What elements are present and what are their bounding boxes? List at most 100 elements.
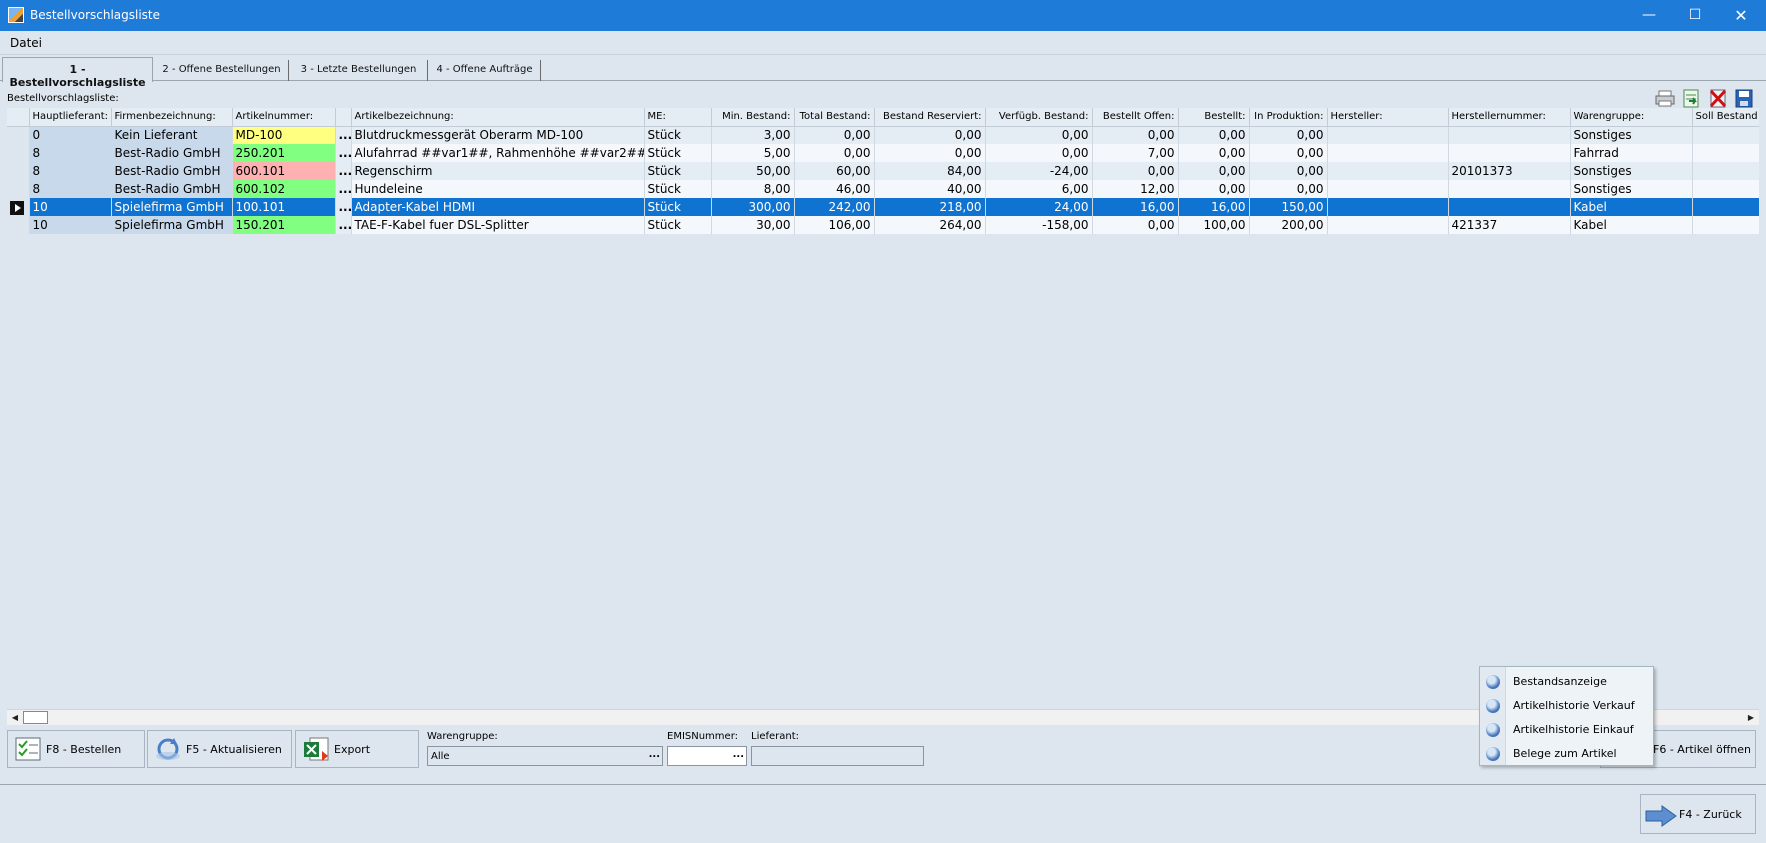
column-header[interactable]: Bestellt Offen: bbox=[1092, 108, 1179, 127]
cell-bestellt: 16,00 bbox=[1178, 198, 1250, 216]
column-header[interactable]: Warengruppe: bbox=[1570, 108, 1693, 127]
emis-field[interactable]: ... bbox=[667, 746, 747, 766]
cell-firma: Kein Lieferant bbox=[111, 126, 233, 144]
cell-min: 5,00 bbox=[711, 144, 795, 162]
cell-hersteller bbox=[1327, 126, 1449, 144]
column-header[interactable] bbox=[335, 108, 352, 127]
emis-picker-button[interactable]: ... bbox=[733, 749, 744, 760]
tab-strip: 1 - Bestellvorschlagsliste 2 - Offene Be… bbox=[0, 57, 1766, 89]
article-grid[interactable]: Hauptlieferant: Firmenbezeichnung: Artik… bbox=[7, 108, 1759, 710]
cell-offen: 0,00 bbox=[1092, 126, 1179, 144]
arrow-right-icon bbox=[1645, 805, 1677, 827]
cell-firma: Spielefirma GmbH bbox=[111, 198, 233, 216]
scroll-right-icon[interactable]: ▶ bbox=[1744, 711, 1758, 725]
tab-offene-auftraege[interactable]: 4 - Offene Aufträge bbox=[429, 60, 541, 81]
cell-soll bbox=[1692, 198, 1759, 216]
warengruppe-field[interactable]: Alle ... bbox=[427, 746, 663, 766]
table-row[interactable]: 8 Best-Radio GmbH 600.101... Regenschirm Stü… bbox=[7, 162, 1759, 180]
cell-total: 0,00 bbox=[794, 144, 875, 162]
tab-bestellvorschlagsliste[interactable]: 1 - Bestellvorschlagsliste bbox=[2, 57, 153, 89]
zurueck-button[interactable]: F4 - Zurück bbox=[1640, 794, 1756, 834]
close-icon[interactable]: ✕ bbox=[1718, 0, 1764, 31]
cell-hauptlieferant: 8 bbox=[29, 162, 112, 180]
cell-min: 50,00 bbox=[711, 162, 795, 180]
cell-dots[interactable]: ... bbox=[335, 126, 352, 144]
column-header[interactable]: Min. Bestand: bbox=[711, 108, 795, 127]
cell-me: Stück bbox=[644, 162, 712, 180]
column-header[interactable]: Artikelbezeichnung: bbox=[351, 108, 645, 127]
warengruppe-label: Warengruppe: bbox=[427, 731, 498, 742]
scrollbar-thumb[interactable] bbox=[23, 711, 48, 724]
column-header[interactable]: In Produktion: bbox=[1249, 108, 1328, 127]
table-row[interactable]: 10 Spielefirma GmbH 100.101... Adapter-Kabe… bbox=[7, 198, 1759, 216]
column-header[interactable]: Artikelnummer: bbox=[232, 108, 336, 127]
table-row[interactable]: 8 Best-Radio GmbH 600.102... Hundeleine Stüc… bbox=[7, 180, 1759, 198]
maximize-icon[interactable]: ☐ bbox=[1672, 0, 1718, 31]
cell-hauptlieferant: 10 bbox=[29, 216, 112, 234]
column-header[interactable]: Bestand Reserviert: bbox=[874, 108, 986, 127]
cell-dots[interactable]: ... bbox=[335, 198, 352, 216]
column-header[interactable]: ME: bbox=[644, 108, 712, 127]
cell-bezeichnung: Adapter-Kabel HDMI bbox=[351, 198, 645, 216]
save-icon[interactable] bbox=[1734, 89, 1754, 108]
aktualisieren-label: F5 - Aktualisieren bbox=[186, 743, 282, 756]
title-bar: Bestellvorschlagsliste — ☐ ✕ bbox=[0, 0, 1766, 31]
cell-dots[interactable]: ... bbox=[335, 162, 352, 180]
list-label: Bestellvorschlagsliste: bbox=[7, 93, 119, 104]
cell-bestellt: 0,00 bbox=[1178, 162, 1250, 180]
bottom-panel bbox=[0, 784, 1766, 843]
table-row[interactable]: 10 Spielefirma GmbH 150.201... TAE-F-Kabel … bbox=[7, 216, 1759, 234]
bestellen-button[interactable]: F8 - Bestellen bbox=[7, 730, 145, 768]
row-indicator[interactable] bbox=[7, 216, 30, 234]
cell-warengruppe: Fahrrad bbox=[1570, 144, 1693, 162]
context-item-historie-verkauf[interactable]: Artikelhistorie Verkauf bbox=[1480, 693, 1653, 717]
cell-dots[interactable]: ... bbox=[335, 216, 352, 234]
column-header[interactable]: Bestellt: bbox=[1178, 108, 1250, 127]
delete-icon[interactable] bbox=[1708, 89, 1728, 108]
row-indicator[interactable] bbox=[7, 198, 30, 216]
column-header[interactable]: Verfügb. Bestand: bbox=[985, 108, 1093, 127]
row-indicator[interactable] bbox=[7, 162, 30, 180]
row-indicator[interactable] bbox=[7, 126, 30, 144]
cell-bezeichnung: Blutdruckmessgerät Oberarm MD-100 bbox=[351, 126, 645, 144]
cell-min: 8,00 bbox=[711, 180, 795, 198]
menu-bar: Datei bbox=[0, 31, 1766, 55]
column-header[interactable]: Soll Bestand bbox=[1692, 108, 1759, 127]
cell-bestellt: 100,00 bbox=[1178, 216, 1250, 234]
cell-reserviert: 40,00 bbox=[874, 180, 986, 198]
cell-min: 3,00 bbox=[711, 126, 795, 144]
column-header[interactable]: Hersteller: bbox=[1327, 108, 1449, 127]
export-sheet-icon[interactable] bbox=[1681, 89, 1701, 108]
table-row[interactable]: 8 Best-Radio GmbH 250.201... Alufahrrad ##v… bbox=[7, 144, 1759, 162]
context-item-historie-einkauf[interactable]: Artikelhistorie Einkauf bbox=[1480, 717, 1653, 741]
lieferant-field[interactable] bbox=[751, 746, 924, 766]
cell-bezeichnung: Hundeleine bbox=[351, 180, 645, 198]
warengruppe-picker-button[interactable]: ... bbox=[649, 749, 660, 760]
column-header[interactable]: Herstellernummer: bbox=[1448, 108, 1571, 127]
cell-reserviert: 264,00 bbox=[874, 216, 986, 234]
column-header[interactable]: Hauptlieferant: bbox=[29, 108, 112, 127]
menu-datei[interactable]: Datei bbox=[10, 36, 42, 50]
cell-herstellernummer bbox=[1448, 180, 1571, 198]
cell-dots[interactable]: ... bbox=[335, 144, 352, 162]
cell-total: 46,00 bbox=[794, 180, 875, 198]
cell-artikelnummer: 250.201 bbox=[232, 144, 336, 162]
row-indicator[interactable] bbox=[7, 180, 30, 198]
cell-bezeichnung: TAE-F-Kabel fuer DSL-Splitter bbox=[351, 216, 645, 234]
printer-icon[interactable] bbox=[1655, 89, 1675, 108]
context-item-belege[interactable]: Belege zum Artikel bbox=[1480, 741, 1653, 765]
scroll-left-icon[interactable]: ◀ bbox=[8, 711, 22, 725]
tab-offene-bestellungen[interactable]: 2 - Offene Bestellungen bbox=[155, 60, 289, 81]
column-header[interactable]: Firmenbezeichnung: bbox=[111, 108, 233, 127]
minimize-icon[interactable]: — bbox=[1626, 0, 1672, 31]
aktualisieren-button[interactable]: F5 - Aktualisieren bbox=[147, 730, 292, 768]
cell-produktion: 0,00 bbox=[1249, 162, 1328, 180]
context-item-bestandsanzeige[interactable]: Bestandsanzeige bbox=[1480, 669, 1653, 693]
row-indicator[interactable] bbox=[7, 144, 30, 162]
cell-dots[interactable]: ... bbox=[335, 180, 352, 198]
tab-letzte-bestellungen[interactable]: 3 - Letzte Bestellungen bbox=[290, 60, 428, 81]
table-row[interactable]: 0 Kein Lieferant MD-100... Blutdruckmessger… bbox=[7, 126, 1759, 144]
cell-warengruppe: Sonstiges bbox=[1570, 180, 1693, 198]
column-header[interactable]: Total Bestand: bbox=[794, 108, 875, 127]
export-button[interactable]: Export bbox=[295, 730, 419, 768]
